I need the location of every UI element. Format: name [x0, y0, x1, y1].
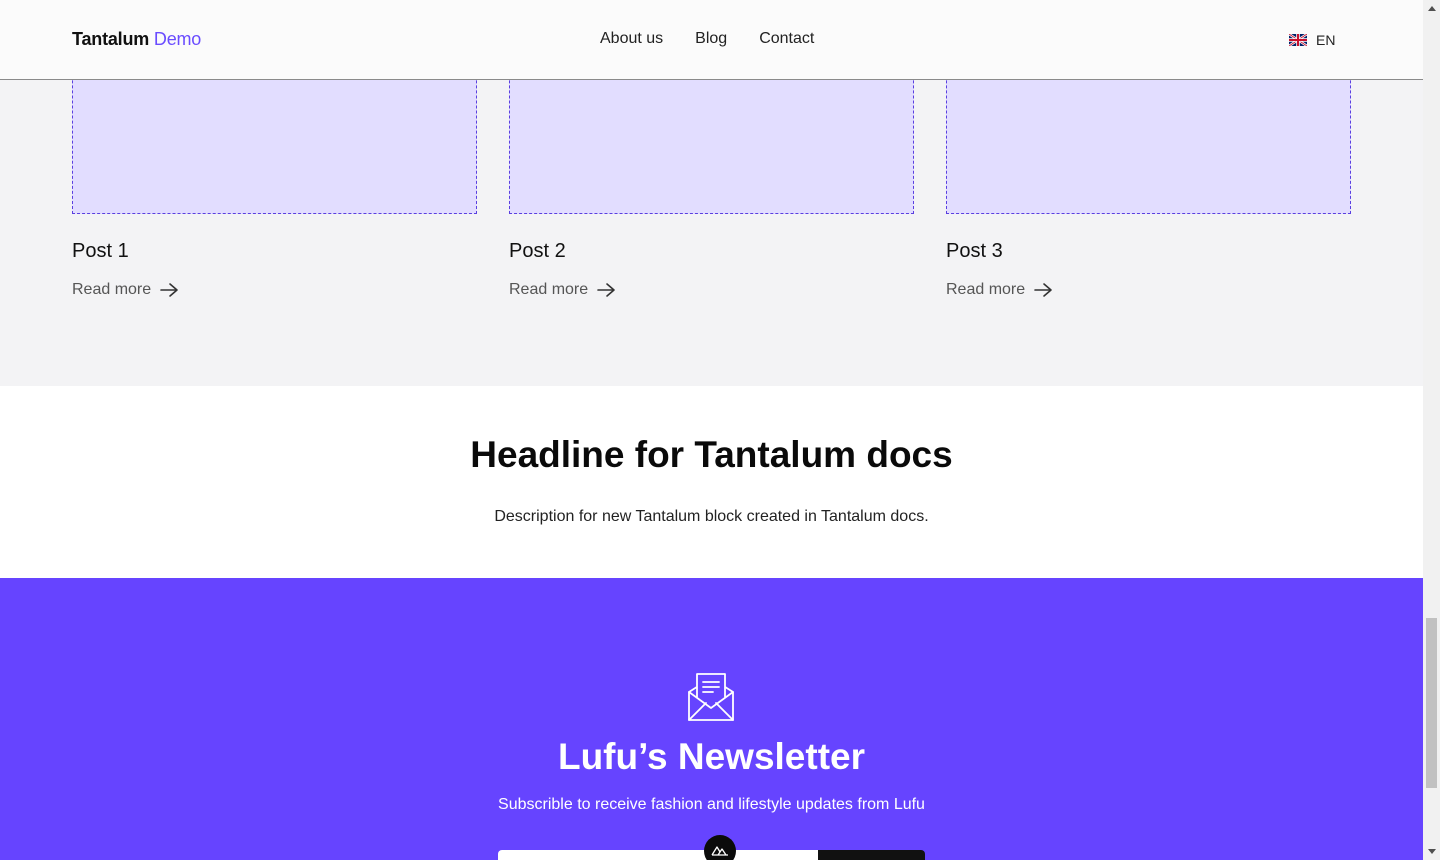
- arrow-right-icon: [1034, 283, 1052, 297]
- read-more-label: Read more: [946, 281, 1026, 298]
- language-switcher[interactable]: EN: [1289, 32, 1335, 48]
- brand-name: Tantalum: [72, 29, 150, 49]
- site-header: Tantalum Demo About us Blog Contact EN: [0, 0, 1423, 80]
- main-nav: About us Blog Contact: [600, 30, 814, 48]
- newsletter-section: Lufu’s Newsletter Subscrible to receive …: [0, 578, 1423, 860]
- read-more-label: Read more: [509, 281, 589, 298]
- nuxt-devtools-button[interactable]: [704, 835, 736, 860]
- headline-title: Headline for Tantalum docs: [470, 434, 953, 475]
- newsletter-email-input[interactable]: [498, 850, 818, 860]
- brand-accent: Demo: [153, 29, 202, 49]
- read-more-link[interactable]: Read more: [946, 281, 1053, 299]
- arrow-right-icon: [160, 283, 178, 297]
- newsletter-title: Lufu’s Newsletter: [557, 736, 866, 777]
- uk-flag-icon: [1289, 34, 1307, 46]
- language-code: EN: [1316, 32, 1336, 48]
- headline-section: Headline for Tantalum docs Description f…: [0, 386, 1423, 578]
- brand-logo[interactable]: Tantalum Demo: [72, 29, 201, 50]
- scrollbar-thumb[interactable]: [1426, 618, 1437, 788]
- post-title[interactable]: Post 1: [72, 240, 129, 263]
- post-title[interactable]: Post 2: [509, 240, 566, 263]
- read-more-label: Read more: [72, 281, 152, 298]
- scroll-up-arrow-icon[interactable]: [1423, 0, 1440, 17]
- newsletter-subscribe-button[interactable]: [818, 850, 925, 860]
- page-viewport: Post 1 Read more Post 2 Read more Post 3…: [0, 0, 1423, 860]
- nav-blog[interactable]: Blog: [695, 30, 727, 48]
- nav-contact[interactable]: Contact: [759, 30, 814, 48]
- nuxt-icon: [711, 846, 728, 856]
- newsletter-subtitle: Subscrible to receive fashion and lifest…: [498, 796, 925, 813]
- read-more-link[interactable]: Read more: [509, 281, 616, 299]
- arrow-right-icon: [597, 283, 615, 297]
- vertical-scrollbar[interactable]: [1423, 0, 1440, 860]
- scroll-down-arrow-icon[interactable]: [1423, 843, 1440, 860]
- read-more-link[interactable]: Read more: [72, 281, 179, 299]
- post-title[interactable]: Post 3: [946, 240, 1003, 263]
- nav-about-us[interactable]: About us: [600, 30, 663, 48]
- envelope-letter-icon: [688, 673, 734, 721]
- headline-description: Description for new Tantalum block creat…: [494, 508, 929, 525]
